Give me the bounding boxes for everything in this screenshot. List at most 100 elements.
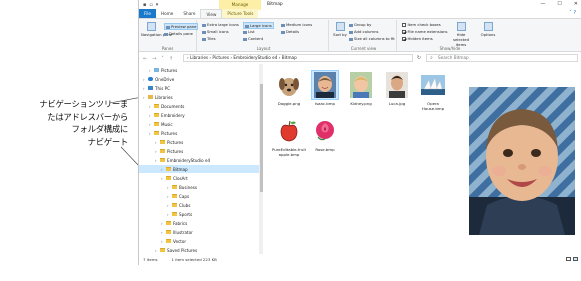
scrollbar-thumb[interactable] [259,84,263,192]
nav-item[interactable]: › Saved Pictures [139,246,259,254]
tab-file[interactable]: File [139,9,157,18]
nav-item[interactable]: › Bitmap [139,165,259,173]
nav-item[interactable]: › Caps [139,192,259,200]
details-pane-button[interactable]: Details pane [164,31,193,36]
dropdown-icon[interactable]: ▾ [156,2,159,8]
nav-item[interactable]: › Illustrator [139,228,259,236]
checkbox[interactable] [402,23,406,27]
nav-item[interactable]: › EmbroideryStudio e4 [139,156,259,164]
nav-item[interactable]: › ClosArt [139,174,259,182]
nav-item-label: Pictures [167,139,184,145]
folder-icon [154,104,159,108]
file-item[interactable]: PureEditable-fruit apple.bmp [272,116,306,157]
large-icons-view-icon[interactable] [573,257,578,261]
annotation-callout: ナビゲーションツリーま たはアドレスバーから フォルダ構成に ナビゲート [0,98,128,148]
file-item[interactable]: Isaac.bmp [308,70,342,106]
layout-large-icons[interactable]: Large icons [243,22,274,29]
file-item[interactable]: Kidney.png [344,70,378,106]
recent-dropdown-icon[interactable]: ˅ [161,56,164,62]
layout-details[interactable]: Details [281,29,299,34]
nav-item[interactable]: › Clubs [139,201,259,209]
preview-pane-button[interactable]: Preview pane [164,23,199,30]
options-button[interactable]: Options [479,22,497,37]
navigation-scrollbar[interactable] [259,64,263,254]
folder-icon[interactable]: ▫ [149,2,152,8]
nav-item[interactable]: › Business [139,183,259,191]
nav-item-label: ClosArt [173,175,188,181]
file-item[interactable]: Doggie.png [272,70,306,106]
nav-item[interactable]: › Documents [139,102,259,110]
close-button[interactable]: ✕ [574,1,578,7]
save-icon[interactable]: ▪ [143,2,146,8]
layout-medium-icons[interactable]: Medium icons [281,22,312,27]
nav-item[interactable]: › Pictures [139,66,259,74]
chevron-down-icon[interactable]: ˅ [569,10,572,16]
tab-view[interactable]: View [200,9,223,18]
help-icon[interactable]: ? [573,10,576,16]
file-name-extensions-toggle[interactable]: File name extensions [402,29,448,34]
item-check-boxes-toggle[interactable]: Item check boxes [402,22,441,27]
folder-icon [166,230,171,234]
nav-item[interactable]: › Pictures [139,147,259,155]
minimize-button[interactable]: — [540,1,545,7]
man-thumb [383,70,411,100]
folder-icon [160,140,165,144]
search-input[interactable]: ⌕ Search Bitmap [426,54,578,62]
maximize-button[interactable]: ☐ [557,1,561,7]
nav-item[interactable]: › OneDrive [139,75,259,83]
dog-thumb [275,70,303,100]
sort-by-button[interactable]: Sort by [333,22,347,37]
checkbox-checked[interactable] [402,37,406,41]
details-view-icon[interactable] [566,257,571,261]
window-title: Bitmap [267,2,283,7]
forward-arrow-icon[interactable]: → [152,56,156,62]
nav-item[interactable]: › Fabrics [139,219,259,227]
group-label-panes: Panes [161,46,174,51]
refresh-icon[interactable]: ↻ [415,54,423,62]
back-arrow-icon[interactable]: ← [143,56,147,62]
checkbox-checked[interactable] [402,30,406,34]
nav-item[interactable]: › Pictures [139,138,259,146]
preview-image [469,87,575,235]
layout-extra-large-icons[interactable]: Extra large icons [202,22,239,27]
hidden-items-toggle[interactable]: Hidden items [402,36,433,41]
nav-item[interactable]: › Pictures [139,129,259,137]
nav-item-label: Caps [179,193,190,199]
tab-share[interactable]: Share [178,9,200,18]
file-item[interactable]: Opera House.bmp [416,70,450,111]
add-columns-button[interactable]: Add columns [349,29,379,34]
nav-item[interactable]: › Music [139,120,259,128]
nav-item[interactable]: › Libraries [139,93,259,101]
nav-item[interactable]: › Vector [139,237,259,245]
nav-item[interactable]: › Sports [139,210,259,218]
nav-item-label: Fabrics [173,220,188,226]
file-name: Rose.bmp [315,147,335,152]
layout-content[interactable]: Content [243,36,263,41]
tab-home[interactable]: Home [156,9,178,18]
group-label-show-hide: Show/hide [439,46,461,51]
status-bar: 7 items 1 item selected 223 KB [139,254,581,265]
hide-selected-items-button[interactable]: Hide selected items [449,22,473,47]
address-bar[interactable]: › Libraries › Pictures › EmbroideryStudi… [183,54,413,62]
tab-picture-tools[interactable]: Picture Tools [222,9,259,18]
layout-small-icons[interactable]: Small icons [202,29,229,34]
nav-item-label: Sports [179,211,193,217]
layout-tiles[interactable]: Tiles [202,36,216,41]
nav-item[interactable]: › This PC [139,84,259,92]
nav-item[interactable]: › Embroidery [139,111,259,119]
file-item[interactable]: Luca.jpg [380,70,414,106]
file-item[interactable]: Rose.bmp [308,116,342,152]
group-by-button[interactable]: Group by [349,22,371,27]
up-arrow-icon[interactable]: ↑ [169,56,173,62]
size-all-columns-button[interactable]: Size all columns to fit [349,36,395,41]
window-controls: — ☐ ✕ [540,1,578,7]
folder-icon [172,212,177,216]
folder-icon [160,158,165,162]
folder-icon [172,194,177,198]
nav-item-label: Business [179,184,198,190]
details-pane-icon [164,32,168,36]
layout-list[interactable]: List [243,29,255,34]
navigation-pane-button[interactable]: Navigation pane [141,22,172,37]
nav-item-label: Documents [161,103,185,109]
nav-item-label: Pictures [167,148,184,154]
